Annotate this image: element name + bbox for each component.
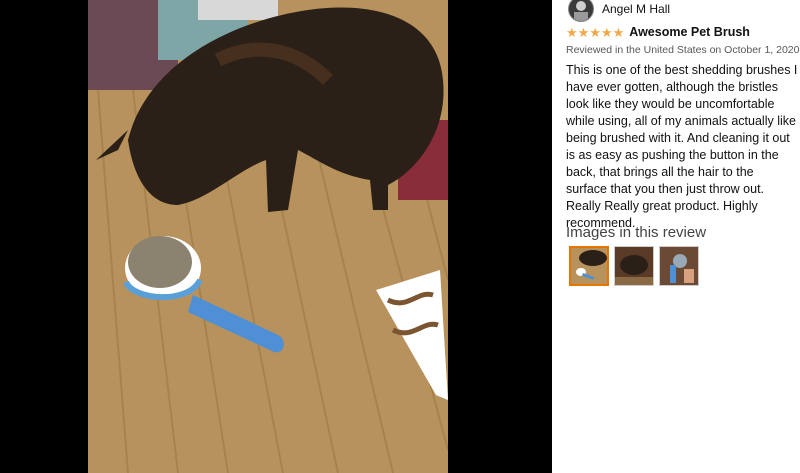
review-title-row: ★ ★ ★ ★ ★ Awesome Pet Brush: [566, 25, 750, 39]
thumbnail-2[interactable]: [614, 246, 654, 286]
images-heading: Images in this review: [566, 224, 707, 241]
image-viewer: [0, 0, 552, 473]
review-body: This is one of the best shedding brushes…: [566, 63, 798, 230]
thumbnail-3[interactable]: [659, 246, 699, 286]
reviewer-name[interactable]: Angel M Hall: [602, 2, 670, 16]
reviewer-profile[interactable]: Angel M Hall: [568, 0, 670, 22]
star-rating: ★ ★ ★ ★ ★: [566, 26, 624, 39]
star-icon: ★: [612, 24, 625, 40]
star-icon: ★: [589, 24, 601, 40]
thumbnail-1[interactable]: [569, 246, 609, 286]
review-title: Awesome Pet Brush: [629, 25, 750, 39]
star-icon: ★: [600, 24, 613, 40]
star-icon: ★: [566, 24, 578, 40]
review-date: Reviewed in the United States on October…: [566, 44, 800, 56]
main-review-photo: [88, 0, 448, 473]
review-panel: Angel M Hall ★ ★ ★ ★ ★ Awesome Pet Brush…: [552, 0, 800, 473]
thumbnail-strip: [569, 246, 699, 286]
avatar[interactable]: [568, 0, 594, 22]
star-icon: ★: [577, 24, 590, 40]
